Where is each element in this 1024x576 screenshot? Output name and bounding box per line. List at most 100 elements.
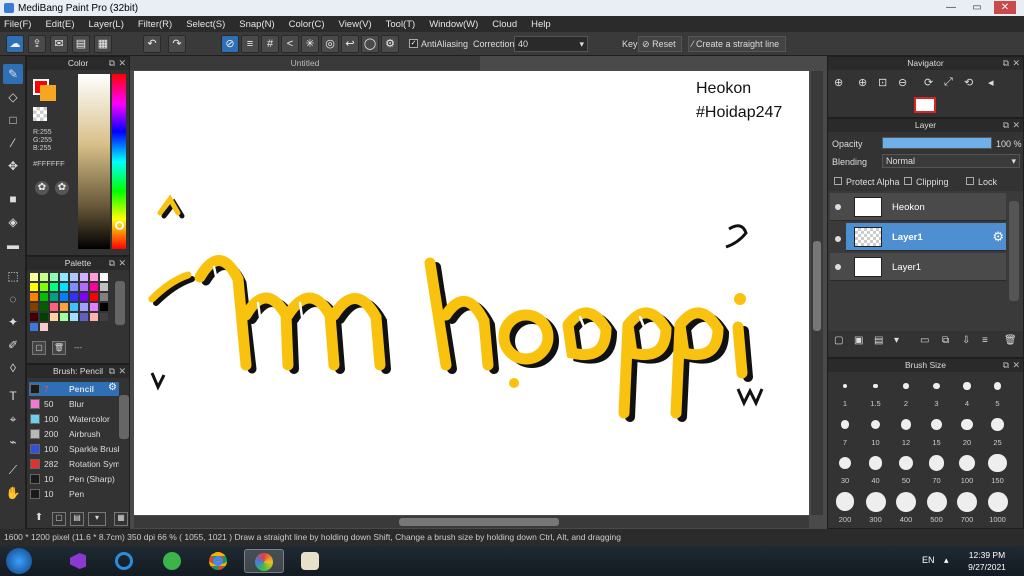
eye-icon[interactable] xyxy=(835,204,841,210)
document-tab[interactable]: Untitled xyxy=(130,56,480,70)
palette-swatch[interactable] xyxy=(60,303,68,311)
palette-swatch[interactable] xyxy=(70,303,78,311)
palette-swatch[interactable] xyxy=(90,313,98,321)
brush-size-cell[interactable]: 20 xyxy=(952,412,982,450)
zoom-in-icon[interactable]: ⊕ xyxy=(858,76,867,89)
palette-swatch[interactable] xyxy=(80,293,88,301)
palette-swatch[interactable] xyxy=(100,303,108,311)
rotate-icon[interactable]: ⟳ xyxy=(924,76,933,89)
brush-folder-icon[interactable]: ▤ xyxy=(70,512,84,526)
brush-size-cell[interactable]: 100 xyxy=(952,450,982,488)
palette-swatch[interactable] xyxy=(40,313,48,321)
palette-swatch[interactable] xyxy=(60,273,68,281)
palette-swatch[interactable] xyxy=(60,283,68,291)
palette-swatch[interactable] xyxy=(70,273,78,281)
brush-property-icon[interactable]: ▦ xyxy=(114,512,128,526)
correction-select[interactable]: 40 ▾ xyxy=(514,36,588,52)
tray-arrow-icon[interactable]: ▴ xyxy=(944,555,949,566)
close-icon[interactable]: ✕ xyxy=(118,365,126,378)
layer-row-heokon[interactable]: Heokon xyxy=(830,193,1006,221)
palette-swatch[interactable] xyxy=(40,293,48,301)
undock-icon[interactable]: ⧉ xyxy=(1003,57,1009,70)
menu-layer[interactable]: Layer(L) xyxy=(89,19,124,30)
close-icon[interactable]: ✕ xyxy=(1012,119,1020,132)
undock-icon[interactable]: ⧉ xyxy=(109,57,115,70)
lasso-tool-icon[interactable]: ◌ xyxy=(3,289,23,309)
document-icon[interactable]: ▦ xyxy=(94,35,112,53)
new-color-layer-icon[interactable]: ▣ xyxy=(854,335,863,346)
redo-icon[interactable]: ↷ xyxy=(168,35,186,53)
background-color-swatch[interactable] xyxy=(40,85,56,101)
brush-item[interactable]: 10 Pen xyxy=(29,487,119,501)
trash-icon[interactable]: 🗑 xyxy=(1004,335,1017,346)
drawing-canvas[interactable]: Heokon #Hoidap247 xyxy=(134,71,809,515)
gear-icon[interactable]: ⚙ xyxy=(108,382,117,393)
zoom-fit-icon[interactable]: ⊕ xyxy=(834,76,843,89)
zoom-out-icon[interactable]: ⊖ xyxy=(898,76,907,89)
maximize-button[interactable]: ▭ xyxy=(966,1,988,14)
zoom-actual-icon[interactable]: ⊡ xyxy=(878,76,887,89)
palette-swatch[interactable] xyxy=(70,293,78,301)
close-icon[interactable]: ✕ xyxy=(1012,57,1020,70)
layer-row-layer1[interactable]: Layer1 xyxy=(830,253,1006,281)
language-indicator[interactable]: EN xyxy=(922,555,935,565)
comment-icon[interactable]: ✉ xyxy=(50,35,68,53)
horizontal-scroll-thumb[interactable] xyxy=(399,518,559,526)
menu-snap[interactable]: Snap(N) xyxy=(239,19,274,30)
brush-item[interactable]: 10 Pen (Sharp) xyxy=(29,472,119,486)
chat-icon[interactable]: ▤ xyxy=(72,35,90,53)
brush-size-cell[interactable]: 200 xyxy=(830,489,860,527)
new-palette-icon[interactable]: ▢ xyxy=(32,341,46,355)
line-tool-icon[interactable]: ⁄ xyxy=(3,133,23,153)
brush-size-cell[interactable]: 300 xyxy=(861,489,891,527)
undock-icon[interactable]: ⧉ xyxy=(109,365,115,378)
snap-curve-icon[interactable]: ↩ xyxy=(341,35,359,53)
antialiasing-checkbox[interactable]: ✓ xyxy=(409,39,418,48)
brush-size-cell[interactable]: 5 xyxy=(983,373,1013,411)
hand-tool-icon[interactable]: ✋ xyxy=(3,483,23,503)
brush-size-cell[interactable]: 4 xyxy=(952,373,982,411)
snap-radial-icon[interactable]: ✳ xyxy=(301,35,319,53)
palette-swatch[interactable] xyxy=(30,273,38,281)
app-green-icon[interactable] xyxy=(152,549,192,573)
palette-swatch[interactable] xyxy=(70,283,78,291)
brush-item[interactable]: 7 Pencil ⚙ xyxy=(29,382,119,396)
brush-size-cell[interactable]: 7 xyxy=(830,412,860,450)
brush-item[interactable]: 50 Blur xyxy=(29,397,119,411)
menu-color[interactable]: Color(C) xyxy=(289,19,325,30)
bucket-tool-icon[interactable]: ◈ xyxy=(3,212,23,232)
brush-size-cell[interactable]: 70 xyxy=(922,450,952,488)
new-brush-icon[interactable]: ▢ xyxy=(52,512,66,526)
menu-filter[interactable]: Filter(R) xyxy=(138,19,172,30)
close-icon[interactable]: ✕ xyxy=(118,257,126,270)
palette-swatch[interactable] xyxy=(80,313,88,321)
brush-size-cell[interactable]: 10 xyxy=(861,412,891,450)
fit-screen-icon[interactable]: ⤢ xyxy=(944,76,953,89)
share-icon[interactable]: ⇪ xyxy=(28,35,46,53)
palette-swatch[interactable] xyxy=(60,313,68,321)
vertical-scroll-thumb[interactable] xyxy=(813,241,821,331)
brush-size-cell[interactable]: 2 xyxy=(891,373,921,411)
brush-size-cell[interactable]: 1000 xyxy=(983,489,1013,527)
flip-icon[interactable]: ◂ xyxy=(988,76,994,89)
brush-item[interactable]: 100 Sparkle Brush xyxy=(29,442,119,456)
select-rect-tool-icon[interactable]: ⬚ xyxy=(3,266,23,286)
start-button[interactable] xyxy=(6,548,32,574)
snap-off-icon[interactable]: ⊘ xyxy=(221,35,239,53)
palette-swatch[interactable] xyxy=(50,283,58,291)
palette-swatch[interactable] xyxy=(70,313,78,321)
snap-grid-icon[interactable]: # xyxy=(261,35,279,53)
palette-swatch[interactable] xyxy=(40,303,48,311)
brush-menu-icon[interactable]: ▾ xyxy=(88,512,106,526)
palette-swatch[interactable] xyxy=(90,293,98,301)
clipping-checkbox[interactable] xyxy=(904,177,912,185)
internet-explorer-icon[interactable] xyxy=(104,549,144,573)
undo-icon[interactable]: ↶ xyxy=(143,35,161,53)
layer-list-scrollbar[interactable] xyxy=(1009,201,1019,301)
dot-tool-icon[interactable]: □ xyxy=(3,110,23,130)
brush-size-cell[interactable]: 500 xyxy=(922,489,952,527)
canvas-vertical-scrollbar[interactable] xyxy=(811,71,823,515)
palette-swatch[interactable] xyxy=(50,273,58,281)
color-settings-icon[interactable]: ✿ xyxy=(55,181,69,195)
snap-ellipse-icon[interactable]: ◯ xyxy=(361,35,379,53)
